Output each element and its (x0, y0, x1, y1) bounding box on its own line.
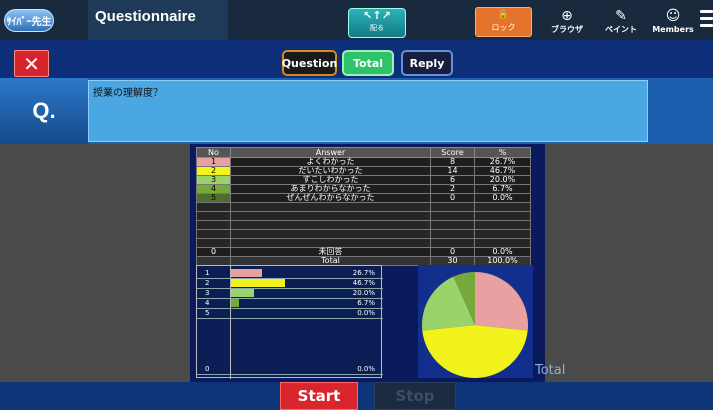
unanswered-row: 0 未回答 0 0.0% (196, 247, 531, 257)
bar-value-label: 46.7% (352, 279, 375, 287)
pie-slice-2 (422, 325, 528, 379)
bar-category-label: 3 (205, 289, 210, 297)
tab-reply[interactable]: Reply (401, 50, 453, 76)
members-label: Members (652, 25, 694, 34)
bar-value-label: 20.0% (352, 289, 375, 297)
pie-slice-1 (475, 272, 528, 331)
browser-button[interactable]: ⊕ ブラウザ (542, 7, 592, 39)
col-header-answer: Answer (230, 147, 431, 158)
col-header-percent: % (474, 147, 531, 158)
question-box[interactable] (88, 80, 648, 142)
pen-icon: ✎ (615, 8, 627, 24)
row-number: 0 (196, 247, 231, 257)
bar-row: 5 0.0% (197, 309, 383, 319)
empty-row (196, 211, 531, 221)
start-button[interactable]: Start (280, 382, 358, 410)
tab-question[interactable]: Question (282, 50, 337, 76)
col-header-no: No (196, 147, 231, 158)
paint-label: ペイント (605, 25, 637, 34)
empty-row (196, 229, 531, 239)
bar-category-label: 0 (205, 365, 210, 373)
distribute-label: 配る (370, 24, 384, 32)
menu-icon[interactable] (700, 10, 713, 30)
bar-value-label: 0.0% (357, 365, 375, 373)
question-label: Q. (0, 78, 88, 144)
col-header-score: Score (430, 147, 475, 158)
close-button[interactable]: ✕ (14, 50, 49, 77)
table-row: 2 だいたいわかった 14 46.7% (196, 166, 531, 176)
bar (231, 269, 262, 277)
pie-chart-title: Total (535, 363, 566, 378)
table-row: 5 ぜんぜんわからなかった 0 0.0% (196, 193, 531, 203)
bar (231, 289, 254, 297)
lock-icon: 🔒 (497, 10, 510, 20)
bar-category-label: 1 (205, 269, 210, 277)
stop-button[interactable]: Stop (374, 382, 456, 410)
row-percent: 0.0% (474, 193, 531, 203)
row-number: 5 (196, 193, 231, 203)
table-row: 1 よくわかった 8 26.7% (196, 157, 531, 167)
bar (231, 279, 285, 287)
globe-icon: ⊕ (561, 8, 573, 24)
question-text: 授業の理解度？ (93, 88, 163, 99)
answer-table: No Answer Score % 1 よくわかった 8 26.7% 2 だいたいわかった… (196, 147, 531, 266)
distribute-icon: ↖↑↗ (363, 9, 391, 22)
app-logo: ｻｲﾊﾞｰ先生 (4, 9, 54, 32)
bar-row: 1 26.7% (197, 269, 383, 279)
paint-button[interactable]: ✎ ペイント (596, 7, 646, 39)
lock-label: ロック (491, 23, 516, 32)
bar-category-label: 5 (205, 309, 210, 317)
bar-value-label: 6.7% (357, 299, 375, 307)
browser-label: ブラウザ (551, 25, 583, 34)
bar-category-label: 2 (205, 279, 210, 287)
bar (231, 299, 239, 307)
close-icon: ✕ (23, 51, 40, 76)
user-icon: ☺ (665, 8, 681, 24)
empty-row (196, 202, 531, 212)
bar-value-label: 0.0% (357, 309, 375, 317)
empty-row (196, 238, 531, 248)
pie-chart (418, 265, 533, 379)
app-title: Questionnaire (95, 8, 196, 25)
bar-value-label: 26.7% (352, 269, 375, 277)
bar-row: 3 20.0% (197, 289, 383, 299)
bar-row: 0 0.0% (197, 365, 383, 375)
bar-category-label: 4 (205, 299, 210, 307)
distribute-button[interactable]: ↖↑↗ 配る (348, 8, 406, 38)
bar-chart: 1 26.7% 2 46.7% 3 20.0% 4 6.7% 5 0.0% 0 0.0% (196, 265, 383, 379)
row-score: 0 (430, 193, 475, 203)
bar-row: 2 46.7% (197, 279, 383, 289)
empty-row (196, 220, 531, 230)
bar-row: 4 6.7% (197, 299, 383, 309)
tab-total[interactable]: Total (342, 50, 394, 76)
row-answer: ぜんぜんわからなかった (230, 193, 431, 203)
lock-button[interactable]: 🔒 ロック (475, 7, 532, 37)
members-button[interactable]: ☺ Members (648, 7, 698, 39)
